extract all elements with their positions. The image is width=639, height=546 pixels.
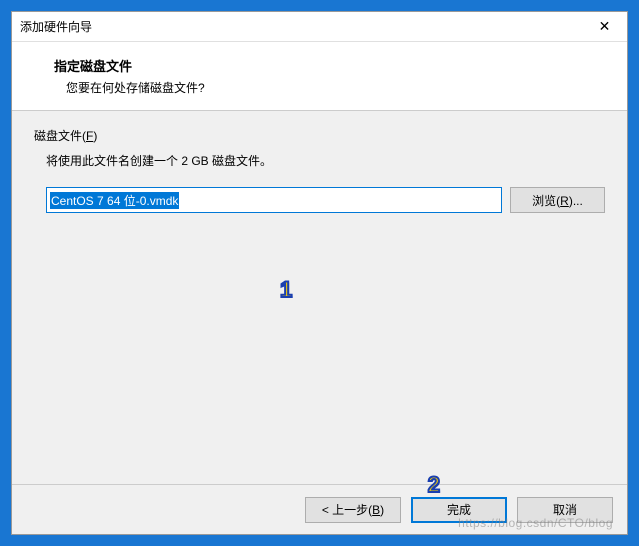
header-title: 指定磁盘文件 bbox=[54, 56, 605, 75]
annotation-marker-1: 1 bbox=[280, 277, 292, 303]
disk-file-description: 将使用此文件名创建一个 2 GB 磁盘文件。 bbox=[46, 152, 605, 169]
header-subtitle: 您要在何处存储磁盘文件? bbox=[66, 79, 605, 96]
window-title: 添加硬件向导 bbox=[20, 18, 92, 35]
disk-file-label: 磁盘文件(F) bbox=[34, 127, 605, 144]
file-input-row: CentOS 7 64 位-0.vmdk 浏览(R)... bbox=[46, 187, 605, 213]
back-button[interactable]: < 上一步(B) bbox=[305, 497, 401, 523]
wizard-header: 指定磁盘文件 您要在何处存储磁盘文件? bbox=[12, 42, 627, 111]
close-icon: ✕ bbox=[599, 18, 611, 35]
browse-button[interactable]: 浏览(R)... bbox=[510, 187, 605, 213]
wizard-body: 磁盘文件(F) 将使用此文件名创建一个 2 GB 磁盘文件。 CentOS 7 … bbox=[12, 111, 627, 484]
disk-file-value: CentOS 7 64 位-0.vmdk bbox=[50, 192, 179, 209]
add-hardware-wizard-dialog: 添加硬件向导 ✕ 指定磁盘文件 您要在何处存储磁盘文件? 磁盘文件(F) 将使用… bbox=[11, 11, 628, 535]
close-button[interactable]: ✕ bbox=[582, 12, 627, 41]
disk-file-input[interactable]: CentOS 7 64 位-0.vmdk bbox=[46, 187, 502, 213]
watermark-text: https://blog.csdn/CTO/blog bbox=[458, 516, 613, 530]
titlebar: 添加硬件向导 ✕ bbox=[12, 12, 627, 42]
